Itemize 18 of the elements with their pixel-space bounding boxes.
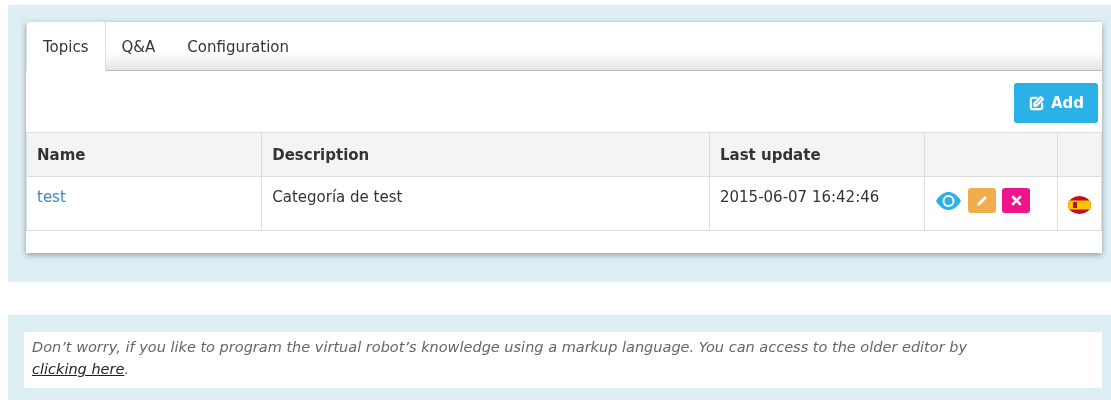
tab[interactable]: Configuration [171, 23, 306, 70]
delete-button[interactable] [1002, 188, 1031, 213]
table-cell: 2015-06-07 16:42:46 [709, 176, 925, 231]
clicking-here-link[interactable]: clicking here [32, 361, 125, 377]
column-header: Name [26, 132, 262, 177]
table-cell: Categoría de test [261, 176, 710, 231]
tab[interactable]: Q&A [105, 23, 172, 70]
column-header: Last update [709, 132, 925, 177]
info-text: Don’t worry, if you like to program the virtual robot’s knowledge using a markup language. You can access to the older editor by clicking here. [24, 332, 1102, 388]
pencil-icon [975, 193, 990, 208]
edit-button[interactable] [968, 188, 997, 213]
flag-icon [1068, 196, 1091, 214]
column-header: Description [261, 132, 710, 177]
edit-icon [1027, 94, 1045, 112]
tab[interactable]: Topics [26, 21, 106, 71]
close-icon [1010, 195, 1022, 206]
topic-link[interactable]: test [37, 188, 66, 206]
eye-icon[interactable] [935, 190, 963, 211]
